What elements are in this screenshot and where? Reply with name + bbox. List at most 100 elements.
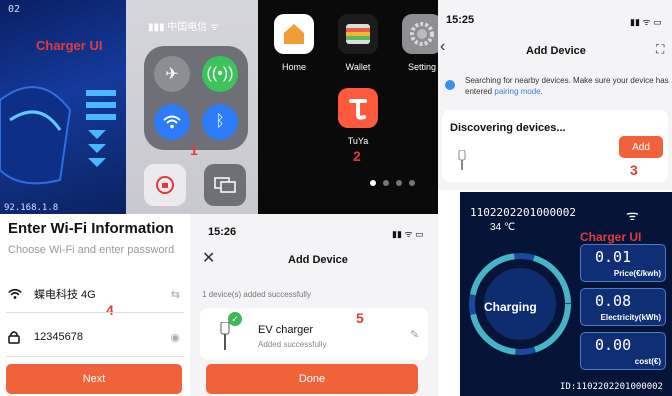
wallet-app[interactable] bbox=[338, 14, 378, 54]
page-dot bbox=[396, 180, 402, 186]
charger-ip-bottom: 92.168.1.8 bbox=[4, 203, 59, 213]
chevron-down-icon bbox=[88, 158, 106, 167]
cost-box: 0.00 cost(€) bbox=[580, 332, 666, 370]
discovering-label: Discovering devices... bbox=[450, 122, 566, 134]
charging-status: Charging bbox=[484, 300, 537, 314]
electricity-label: Electricity(kWh) bbox=[600, 313, 661, 322]
back-icon[interactable]: ‹ bbox=[440, 38, 445, 56]
settings-icon bbox=[410, 22, 434, 46]
device-name: EV charger bbox=[258, 324, 314, 336]
check-icon: ✓ bbox=[228, 312, 242, 326]
settings-app[interactable] bbox=[402, 14, 438, 54]
bluetooth-icon: ᛒ bbox=[215, 113, 225, 130]
carrier-label: ▮▮▮ 中国电信 ᯤ bbox=[148, 22, 220, 33]
close-icon[interactable]: ✕ bbox=[202, 248, 215, 268]
cost-value: 0.00 bbox=[595, 336, 632, 354]
next-button[interactable]: Next bbox=[6, 364, 182, 394]
eye-icon[interactable]: ◉ bbox=[170, 331, 180, 344]
home-icon bbox=[284, 24, 304, 44]
page-dot bbox=[370, 180, 376, 186]
temperature: 34 ℃ bbox=[490, 222, 516, 233]
wifi-ssid-field[interactable]: 蝶电科技 4G ⇆ bbox=[8, 286, 180, 302]
screen-mirroring-icon bbox=[214, 177, 236, 193]
wifi-icon bbox=[163, 115, 181, 129]
bluetooth-toggle[interactable]: ᛒ bbox=[202, 104, 238, 140]
device-id-bottom: ID:1102202201000002 bbox=[560, 382, 663, 392]
edit-icon[interactable]: ✎ bbox=[410, 328, 419, 341]
wifi-signal-icon: ᯤ bbox=[626, 207, 639, 223]
add-button[interactable]: Add bbox=[619, 136, 663, 158]
airplane-icon: ✈ bbox=[165, 66, 179, 83]
page-title: Enter Wi-Fi Information bbox=[8, 220, 174, 237]
charger-ui-label: Charger UI bbox=[36, 38, 103, 53]
step-number: 2 bbox=[353, 148, 361, 164]
page-title: Add Device bbox=[288, 254, 348, 266]
app-label: Setting bbox=[407, 62, 437, 72]
step-number: 5 bbox=[356, 310, 364, 326]
charger-ui-photo: 02 Charger UI 92.168.1.8 bbox=[0, 0, 126, 214]
add-device-success-screen: 15:26 ▮▮ ᯤ ▭ ✕ Add Device 1 device(s) ad… bbox=[190, 214, 438, 396]
page-subtitle: Choose Wi-Fi and enter password bbox=[8, 244, 175, 256]
wifi-ssid: 蝶电科技 4G bbox=[34, 289, 96, 301]
screen-mirroring-toggle[interactable] bbox=[204, 164, 246, 206]
cost-label: cost(€) bbox=[634, 357, 661, 366]
connectivity-block: ✈ ((•)) ᛒ bbox=[144, 46, 248, 150]
add-device-searching-screen: 15:25 ▮▮ ᯤ ▭ ‹ Add Device ⛶ Searching fo… bbox=[438, 0, 672, 190]
discover-card: Discovering devices... Add 3 bbox=[442, 110, 668, 182]
wifi-password-field[interactable]: 12345678 ◉ bbox=[8, 330, 180, 344]
page-indicator[interactable] bbox=[370, 180, 415, 186]
divider bbox=[6, 356, 184, 357]
charger-ui-label: Charger UI bbox=[580, 230, 642, 244]
charger-display-photo: 1102202201000002 34 ℃ ᯤ Charger UI Charg… bbox=[460, 192, 672, 396]
divider bbox=[6, 312, 184, 313]
wifi-info-screen: Enter Wi-Fi Information Choose Wi-Fi and… bbox=[0, 214, 190, 396]
charger-plug-icon bbox=[220, 322, 230, 350]
home-app[interactable] bbox=[274, 14, 314, 54]
wifi-toggle[interactable] bbox=[154, 104, 190, 140]
device-id-top: 1102202201000002 bbox=[470, 206, 576, 219]
airplane-mode-toggle[interactable]: ✈ bbox=[154, 56, 190, 92]
page-dot bbox=[409, 180, 415, 186]
cellular-data-toggle[interactable]: ((•)) bbox=[202, 56, 238, 92]
device-card[interactable]: ✓ 5 EV charger Added successfully ✎ bbox=[200, 308, 428, 360]
tuya-app[interactable] bbox=[338, 88, 378, 128]
home-screen: Home Wallet Setting TuYa 2 bbox=[258, 0, 438, 214]
price-box: 0.01 Price(€/kwh) bbox=[580, 244, 666, 282]
rotation-lock-icon bbox=[156, 176, 174, 194]
wifi-password: 12345678 bbox=[34, 331, 83, 343]
step-number: 4 bbox=[106, 302, 114, 318]
status-time: 15:26 bbox=[208, 226, 237, 238]
done-button[interactable]: Done bbox=[206, 364, 418, 394]
control-center-screen: ▮▮▮ 中国电信 ᯤ ✈ ((•)) ᛒ 1 bbox=[126, 0, 258, 214]
chevron-down-icon bbox=[88, 130, 106, 139]
chevron-down-icon bbox=[88, 144, 106, 153]
app-label: TuYa bbox=[347, 136, 369, 146]
rotation-lock-toggle[interactable] bbox=[144, 164, 186, 206]
app-label: Wallet bbox=[345, 62, 371, 72]
price-value: 0.01 bbox=[595, 248, 632, 266]
status-icons: ▮▮ ᯤ ▭ bbox=[630, 17, 662, 27]
charger-ip-top: 02 bbox=[8, 4, 21, 15]
electricity-value: 0.08 bbox=[595, 292, 632, 310]
charger-plug-icon bbox=[458, 150, 466, 170]
pairing-mode-link[interactable]: pairing mode bbox=[494, 87, 540, 96]
search-hint: Searching for nearby devices. Make sure … bbox=[465, 76, 669, 96]
step-number: 1 bbox=[190, 142, 198, 158]
wallet-icon bbox=[346, 24, 370, 44]
charger-graphic bbox=[0, 86, 116, 185]
page-title: Add Device bbox=[526, 45, 586, 57]
scan-icon[interactable]: ⛶ bbox=[656, 42, 664, 57]
app-label: Home bbox=[281, 62, 306, 72]
lock-icon bbox=[8, 331, 20, 344]
status-time: 15:25 bbox=[446, 14, 475, 26]
added-count: 1 device(s) added successfully bbox=[202, 290, 311, 299]
electricity-box: 0.08 Electricity(kWh) bbox=[580, 288, 666, 326]
switch-network-icon[interactable]: ⇆ bbox=[171, 288, 180, 301]
status-icons: ▮▮ ᯤ ▭ bbox=[392, 229, 424, 239]
device-status: Added successfully bbox=[258, 340, 327, 349]
price-label: Price(€/kwh) bbox=[613, 269, 661, 278]
wifi-icon bbox=[8, 288, 22, 299]
antenna-icon: ((•)) bbox=[206, 65, 234, 82]
search-indicator-icon bbox=[445, 80, 455, 90]
carrier-name: 中国电信 bbox=[167, 22, 208, 33]
